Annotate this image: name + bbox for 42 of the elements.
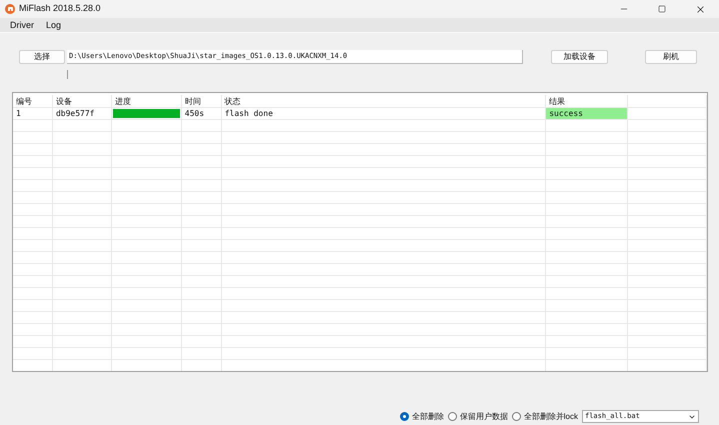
app-logo-icon: [5, 4, 15, 14]
column-header[interactable]: 编号: [13, 95, 53, 108]
load-devices-button[interactable]: 加载设备: [551, 50, 608, 64]
empty-cell: [13, 144, 53, 156]
empty-cell: [13, 120, 53, 132]
radio-option[interactable]: 全部删除: [400, 410, 444, 422]
empty-cell: [13, 336, 53, 348]
empty-cell: [13, 204, 53, 216]
select-button[interactable]: 选择: [19, 50, 65, 64]
table-cell: db9e577f: [52, 108, 112, 120]
radio-option[interactable]: 全部删除并lock: [512, 410, 578, 422]
empty-cell: [13, 180, 53, 192]
empty-cell: [13, 240, 53, 252]
flash-button[interactable]: 刷机: [645, 50, 697, 64]
empty-cell: [13, 312, 53, 324]
table-cell: 450s: [182, 108, 222, 120]
column-header[interactable]: 状态: [222, 95, 546, 108]
radio-option[interactable]: 保留用户数据: [448, 410, 508, 422]
result-cell: success: [546, 108, 628, 120]
empty-cell: [13, 228, 53, 240]
maximize-icon: [658, 5, 666, 13]
empty-cell: [13, 324, 53, 336]
empty-cell: [13, 132, 53, 144]
empty-cell: [13, 264, 53, 276]
table-cell: 1: [13, 108, 53, 120]
window-title: MiFlash 2018.5.28.0: [19, 2, 101, 16]
empty-cell: [13, 156, 53, 168]
empty-cell: [13, 288, 53, 300]
column-header[interactable]: 时间: [182, 95, 222, 108]
column-header[interactable]: 进度: [112, 95, 182, 108]
empty-cell: [13, 348, 53, 360]
close-icon: [694, 4, 706, 14]
empty-cell: [13, 192, 53, 204]
empty-cell: [13, 300, 53, 312]
table-cell: flash done: [222, 108, 546, 120]
empty-cell: [13, 276, 53, 288]
empty-cell: [13, 252, 53, 264]
empty-cell: [13, 216, 53, 228]
column-header[interactable]: 设备: [52, 95, 112, 108]
menu-item[interactable]: Driver: [10, 19, 34, 31]
empty-cell: [13, 168, 53, 180]
menu-item[interactable]: Log: [46, 19, 62, 31]
